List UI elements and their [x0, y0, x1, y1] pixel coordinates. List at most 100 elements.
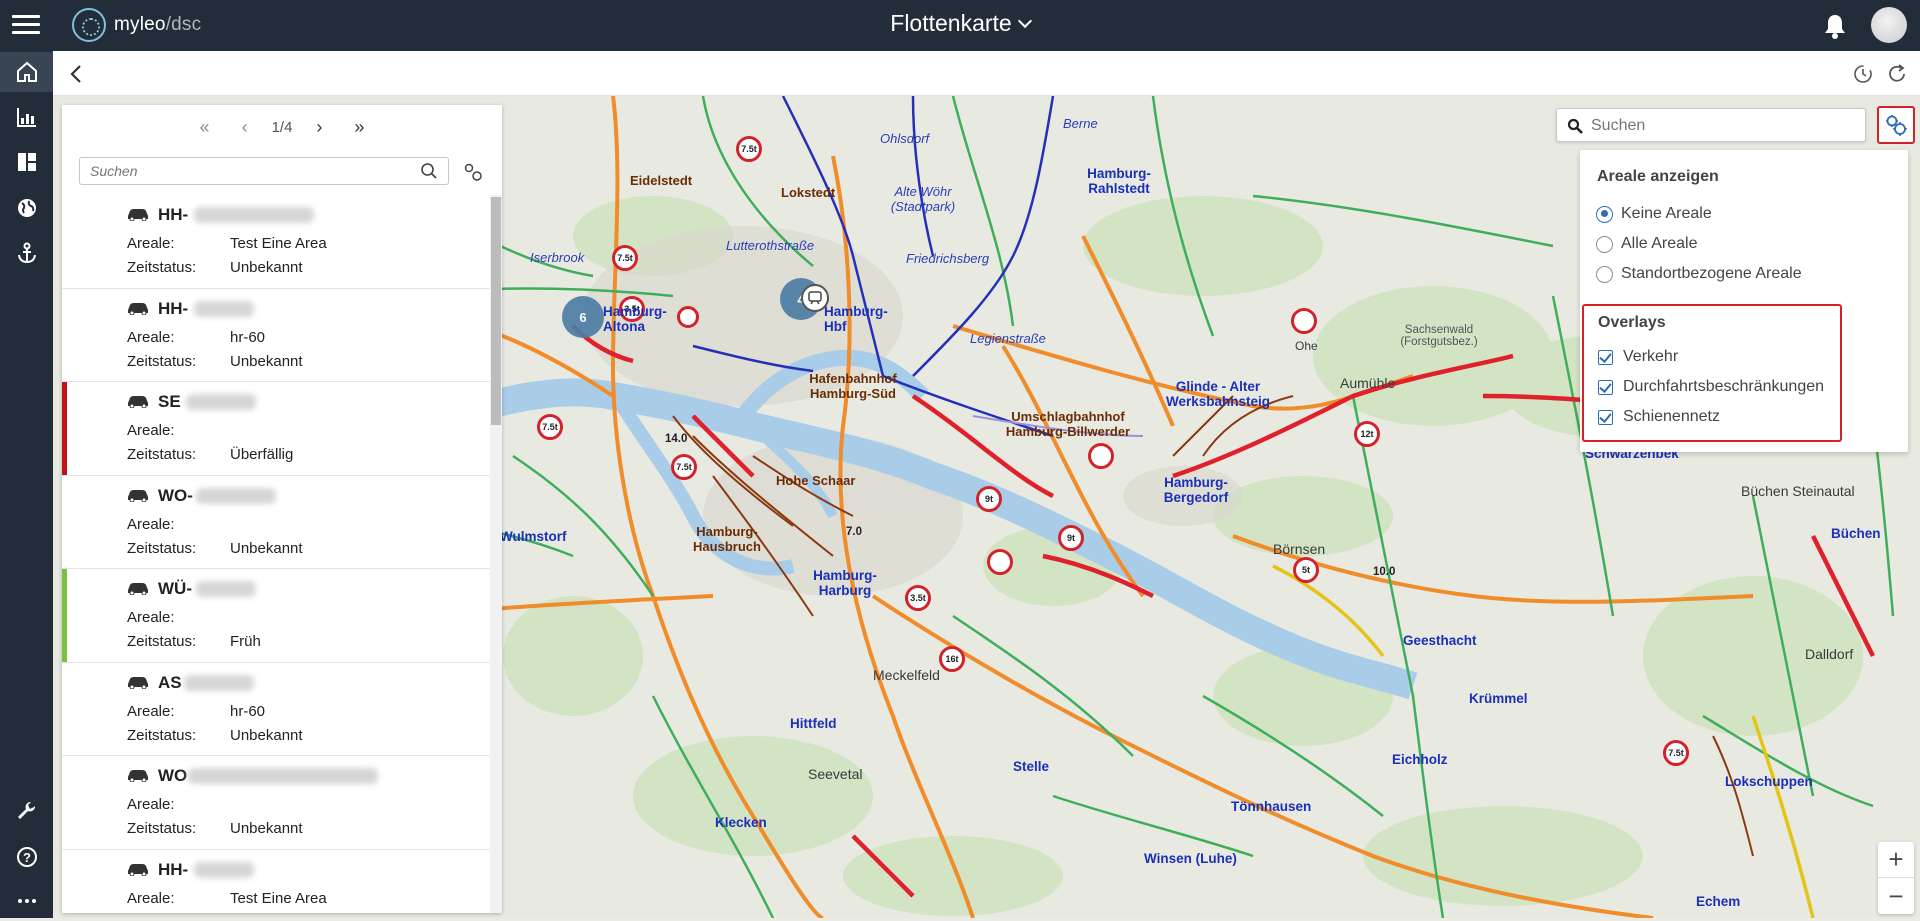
menu-icon[interactable]	[12, 12, 40, 36]
weight-restriction-sign[interactable]: 12t	[1354, 421, 1380, 447]
weight-restriction-sign[interactable]: 7.5t	[736, 136, 762, 162]
radio-button[interactable]	[1596, 205, 1613, 223]
search-icon[interactable]	[420, 162, 438, 180]
place-label: Dalldorf	[1805, 646, 1854, 662]
map-settings-button[interactable]	[1877, 106, 1915, 144]
truck-marker[interactable]	[677, 306, 699, 328]
zeitstatus-value: Unbekannt	[230, 352, 303, 370]
nav-rail: ?	[0, 51, 53, 918]
list-item[interactable]: HH- Areale: Test Eine Area	[62, 850, 490, 914]
map-search-box[interactable]	[1556, 108, 1866, 142]
globe-icon[interactable]	[0, 188, 53, 228]
more-icon[interactable]	[0, 881, 53, 921]
truck-marker[interactable]	[1291, 308, 1317, 334]
back-icon[interactable]	[65, 62, 89, 86]
areale-label: Areale:	[127, 889, 175, 907]
areale-label: Areale:	[127, 609, 175, 626]
weight-restriction-sign[interactable]: 5t	[1293, 557, 1319, 583]
place-label: Aumühle	[1340, 375, 1396, 391]
car-icon	[128, 209, 148, 221]
vehicle-list-panel: « ‹ 1/4 › » HH- Areale: Test Eine Area Z…	[62, 105, 502, 913]
checkbox[interactable]	[1598, 379, 1613, 395]
place-label: Berne	[1063, 116, 1098, 131]
map-search-input[interactable]	[1591, 115, 1851, 137]
list-scrollbar[interactable]	[490, 195, 502, 913]
radio-standortbezogene-areale[interactable]: Standortbezogene Areale	[1596, 265, 1802, 283]
anchor-icon[interactable]	[0, 233, 53, 273]
next-page-icon[interactable]: ›	[306, 114, 332, 140]
list-item[interactable]: SE Areale: Zeitstatus: Überfällig	[62, 382, 490, 476]
zeitstatus-value: Unbekannt	[230, 820, 303, 837]
checkbox-durchfahrtsbeschraenkungen[interactable]: Durchfahrtsbeschränkungen	[1598, 378, 1824, 396]
areale-value: Test Eine Area	[230, 889, 327, 907]
place-label: Iserbrook	[530, 250, 585, 265]
list-item[interactable]: HH- Areale: hr-60 Zeitstatus: Unbekannt	[62, 289, 490, 382]
checkbox-schienennetz[interactable]: Schienennetz	[1598, 408, 1720, 426]
list-item[interactable]: WO Areale: Zeitstatus: Unbekannt	[62, 756, 490, 850]
zoom-in-button[interactable]: +	[1878, 842, 1914, 878]
place-label: Geesthacht	[1403, 633, 1477, 648]
first-page-icon[interactable]: «	[192, 114, 218, 140]
last-page-icon[interactable]: »	[346, 114, 372, 140]
list-item[interactable]: HH- Areale: Test Eine Area Zeitstatus: U…	[62, 195, 490, 289]
filter-settings-icon[interactable]	[462, 161, 484, 183]
home-icon[interactable]	[0, 52, 53, 92]
bell-icon[interactable]	[1822, 12, 1848, 40]
history-icon[interactable]	[1852, 63, 1874, 85]
radio-alle-areale[interactable]: Alle Areale	[1596, 235, 1698, 253]
zeitstatus-label: Zeitstatus:	[127, 259, 197, 276]
truck-marker[interactable]	[1088, 443, 1114, 469]
radio-button[interactable]	[1596, 235, 1613, 253]
checkbox-label: Schienennetz	[1623, 408, 1720, 425]
place-label: Eidelstedt	[630, 173, 693, 188]
prev-page-icon[interactable]: ‹	[232, 114, 258, 140]
radio-keine-areale[interactable]: Keine Areale	[1596, 205, 1712, 223]
place-label: Büchen Steinautal	[1741, 483, 1855, 499]
place-label: Hohe Schaar	[776, 473, 856, 488]
place-label: Glinde - Alter Werksbahnsteig	[1165, 379, 1271, 409]
app-logo[interactable]: myleo/dsc	[72, 8, 201, 42]
avatar[interactable]	[1871, 7, 1907, 43]
weight-restriction-sign[interactable]: 7.5t	[612, 245, 638, 271]
weight-restriction-sign[interactable]: 7.5t	[537, 414, 563, 440]
car-icon	[128, 302, 148, 315]
overlays-section: Overlays Verkehr Durchfahrtsbeschränkung…	[1582, 304, 1842, 442]
page-title-dropdown[interactable]: Flottenkarte	[890, 10, 1032, 37]
dashboard-icon[interactable]	[0, 142, 53, 182]
areale-label: Areale:	[127, 796, 175, 813]
place-label: Lutterothstraße	[726, 238, 815, 253]
help-icon[interactable]: ?	[0, 837, 53, 877]
weight-restriction-sign[interactable]: 9t	[976, 486, 1002, 512]
checkbox-verkehr[interactable]: Verkehr	[1598, 348, 1678, 366]
wrench-icon[interactable]	[0, 792, 53, 832]
truck-marker[interactable]	[987, 549, 1013, 575]
reports-icon[interactable]	[0, 97, 53, 137]
weight-restriction-sign[interactable]: 9t	[1058, 525, 1084, 551]
road-label: 10.0	[1373, 566, 1396, 578]
radio-label: Alle Areale	[1621, 235, 1698, 252]
list-item[interactable]: WÜ- Areale: Zeitstatus: Früh	[62, 569, 490, 663]
list-item[interactable]: WO- Areale: Zeitstatus: Unbekannt	[62, 476, 490, 569]
place-label: Seevetal	[808, 766, 863, 782]
radio-button[interactable]	[1596, 265, 1613, 283]
refresh-icon[interactable]	[1886, 63, 1908, 85]
weight-restriction-sign[interactable]: 7.5t	[1663, 740, 1689, 766]
zeitstatus-label: Zeitstatus:	[127, 539, 197, 557]
place-label: Winsen (Luhe)	[1144, 851, 1237, 866]
checkbox[interactable]	[1598, 409, 1613, 425]
checkbox[interactable]	[1598, 349, 1613, 365]
place-label: Echem	[1696, 894, 1741, 909]
place-label: Hittfeld	[790, 716, 837, 731]
weight-restriction-sign[interactable]: 16t	[939, 646, 965, 672]
station-marker[interactable]	[801, 284, 829, 312]
vehicle-cluster[interactable]: 6	[562, 296, 604, 338]
zeitstatus-label: Zeitstatus:	[127, 352, 197, 370]
place-label: Ohe	[1295, 339, 1318, 353]
vehicle-search-input[interactable]	[79, 157, 449, 185]
license-plate: HH-	[158, 859, 189, 879]
list-item[interactable]: AS Areale: hr-60 Zeitstatus: Unbekannt	[62, 663, 490, 756]
zoom-out-button[interactable]: −	[1878, 878, 1914, 914]
place-label: Meckelfeld	[873, 667, 940, 683]
weight-restriction-sign[interactable]: 7.5t	[671, 454, 697, 480]
weight-restriction-sign[interactable]: 3.5t	[905, 585, 931, 611]
